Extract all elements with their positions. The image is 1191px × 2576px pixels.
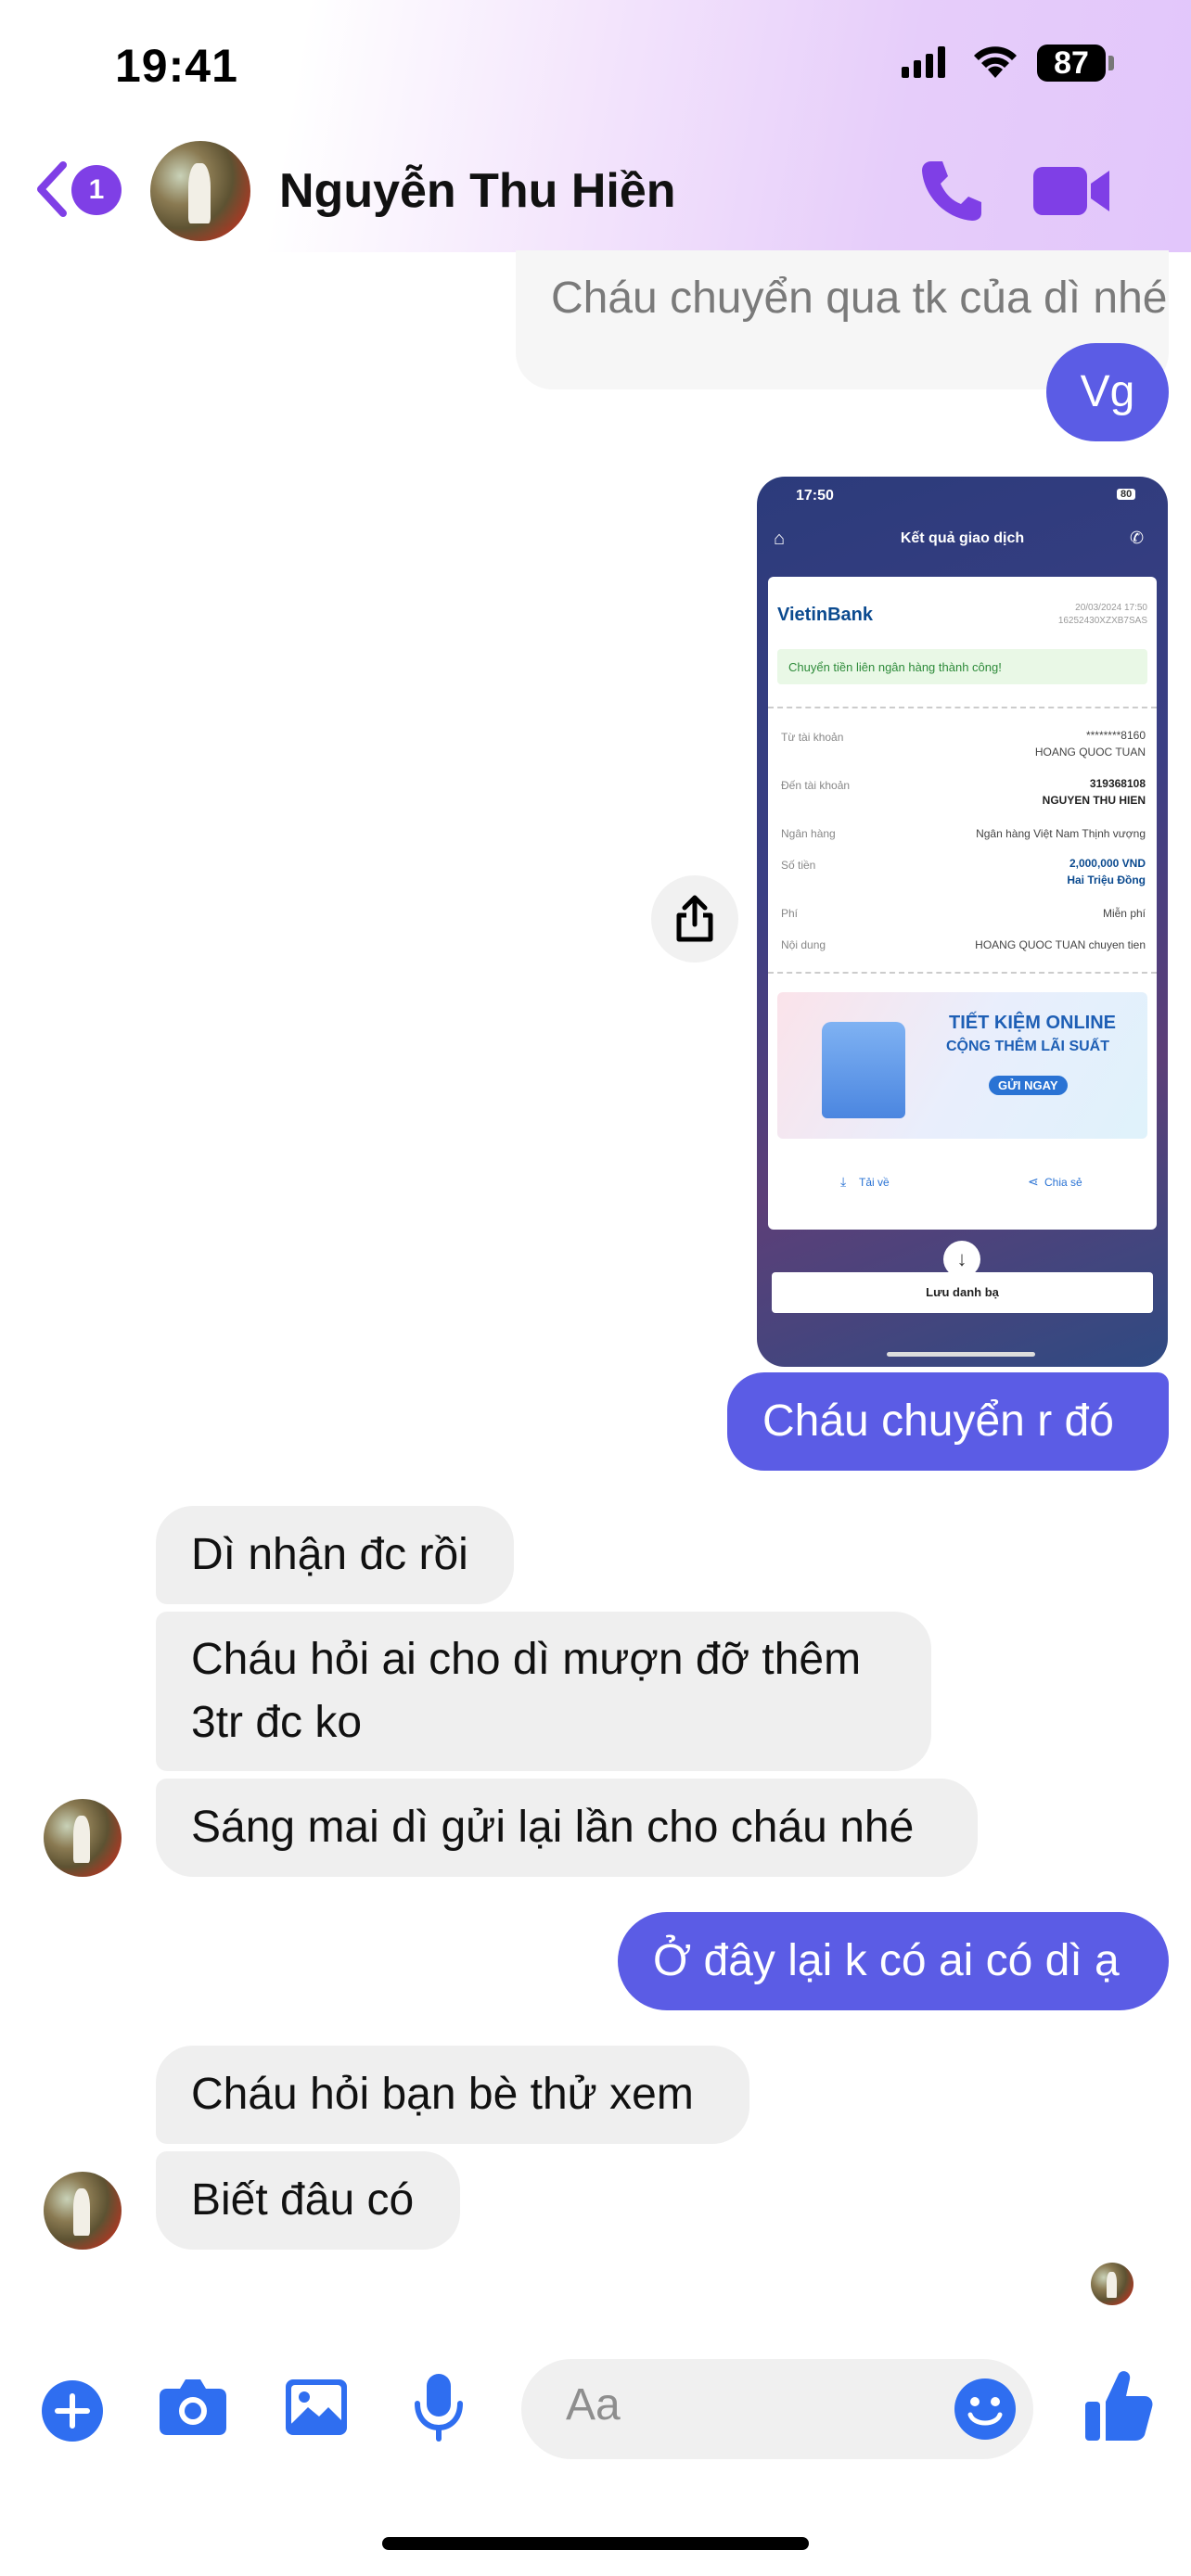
receipt-datetime: 20/03/2024 17:50	[1075, 603, 1147, 613]
contact-avatar[interactable]	[150, 141, 250, 241]
receipt-title: Kết quả giao dịch	[900, 530, 1025, 546]
microphone-icon[interactable]	[414, 2372, 464, 2442]
outgoing-message[interactable]: Ở đây lại k có ai có dì ạ	[618, 1912, 1169, 2010]
bank-value: Ngân hàng Việt Nam Thịnh vượng	[976, 827, 1146, 840]
receipt-success-text: Chuyển tiền liên ngân hàng thành công!	[788, 660, 1002, 674]
message-text: Vg	[1080, 367, 1135, 416]
promo-line-2: CỘNG THÊM LÃI SUẤT	[946, 1039, 1109, 1054]
content-value: HOANG QUOC TUAN chuyen tien	[975, 938, 1146, 951]
fee-value: Miễn phí	[1102, 907, 1146, 920]
sender-avatar[interactable]	[44, 2172, 122, 2250]
receipt-divider	[768, 972, 1157, 974]
add-more-icon[interactable]	[41, 2379, 104, 2442]
from-account-label: Từ tài khoản	[781, 731, 844, 744]
promo-button[interactable]: GỬI NGAY	[989, 1076, 1068, 1095]
from-account-number: ********8160	[1085, 729, 1146, 742]
sender-avatar[interactable]	[44, 1799, 122, 1877]
message-text-line: Cháu hỏi ai cho dì mượn đỡ thêm	[191, 1635, 862, 1684]
bank-label: Ngân hàng	[781, 827, 836, 840]
home-indicator	[382, 2537, 809, 2550]
wifi-icon	[970, 43, 1020, 80]
read-receipt-avatar	[1091, 2263, 1133, 2305]
receipt-phone-icon: ✆	[1130, 529, 1145, 547]
receipt-reference: 16252430XZXB7SAS	[1057, 616, 1147, 626]
amount-value: 2,000,000 VND	[1069, 857, 1146, 870]
receipt-battery: 80	[1117, 489, 1136, 500]
to-account-name: NGUYEN THU HIEN	[1042, 794, 1146, 807]
receipt-bank-logo: VietinBank	[777, 605, 873, 625]
incoming-message[interactable]: Biết đâu có	[156, 2151, 460, 2250]
status-time: 19:41	[115, 40, 238, 92]
message-text: Cháu hỏi bạn bè thử xem	[191, 2070, 694, 2119]
message-text: Biết đâu có	[191, 2175, 415, 2225]
incoming-message[interactable]: Cháu hỏi ai cho dì mượn đỡ thêm 3tr đc k…	[156, 1612, 931, 1771]
share-image-button[interactable]	[651, 875, 738, 963]
promo-line-1: TIẾT KIỆM ONLINE	[949, 1013, 1116, 1033]
message-text: Ở đây lại k có ai có dì ạ	[653, 1936, 1120, 1985]
message-input-placeholder: Aa	[566, 2380, 621, 2429]
emoji-icon[interactable]	[954, 2378, 1017, 2441]
message-text: Cháu chuyển qua tk của dì nhé	[551, 274, 1168, 323]
receipt-divider	[768, 707, 1157, 708]
amount-in-words: Hai Triệu Đồng	[1067, 874, 1146, 886]
share-icon	[676, 895, 713, 942]
download-icon[interactable]: ⤓	[840, 1174, 846, 1190]
home-indicator-small	[887, 1352, 1035, 1357]
video-call-icon[interactable]	[1033, 165, 1111, 217]
incoming-message[interactable]: Dì nhận đc rồi	[156, 1506, 514, 1604]
battery-cap-icon	[1108, 56, 1114, 70]
message-text: Sáng mai dì gửi lại lần cho cháu nhé	[191, 1803, 915, 1852]
battery-level: 87	[1054, 45, 1089, 81]
share-small-icon[interactable]: ⋖	[1028, 1174, 1039, 1190]
save-contact-button[interactable]: Lưu danh bạ	[772, 1272, 1153, 1313]
promo-house-illustration	[822, 1022, 905, 1118]
phone-call-icon[interactable]	[918, 158, 983, 223]
incoming-message[interactable]: Cháu hỏi bạn bè thử xem	[156, 2046, 749, 2144]
amount-label: Số tiền	[781, 859, 816, 872]
cellular-signal-icon	[902, 46, 946, 78]
fee-label: Phí	[781, 907, 799, 920]
message-text: Cháu chuyển r đó	[762, 1396, 1114, 1446]
message-text-line: 3tr đc ko	[191, 1698, 363, 1747]
incoming-message[interactable]: Sáng mai dì gửi lại lần cho cháu nhé	[156, 1779, 978, 1877]
camera-icon[interactable]	[158, 2376, 228, 2437]
receipt-card: VietinBank 20/03/2024 17:50 16252430XZXB…	[768, 577, 1157, 1230]
share-label[interactable]: Chia sẻ	[1044, 1176, 1082, 1189]
thumbs-up-icon[interactable]	[1083, 2368, 1154, 2442]
battery-indicator: 87	[1037, 45, 1106, 82]
contact-name[interactable]: Nguyễn Thu Hiền	[279, 163, 676, 219]
bank-receipt-image[interactable]: 17:50 80 ⌂ Kết quả giao dịch ✆ VietinBan…	[757, 477, 1168, 1367]
gallery-icon[interactable]	[284, 2378, 349, 2437]
outgoing-message[interactable]: Cháu chuyển r đó	[727, 1372, 1169, 1471]
download-label[interactable]: Tải về	[859, 1176, 890, 1189]
outgoing-message[interactable]: Vg	[1046, 343, 1169, 441]
unread-count-badge[interactable]: 1	[71, 165, 122, 215]
to-account-label: Đến tài khoản	[781, 779, 851, 792]
content-label: Nội dung	[781, 938, 826, 951]
receipt-status-time: 17:50	[796, 488, 834, 504]
to-account-number: 319368108	[1089, 777, 1146, 790]
back-button[interactable]	[33, 159, 70, 219]
message-text: Dì nhận đc rồi	[191, 1530, 468, 1579]
from-account-name: HOANG QUOC TUAN	[1034, 746, 1146, 759]
